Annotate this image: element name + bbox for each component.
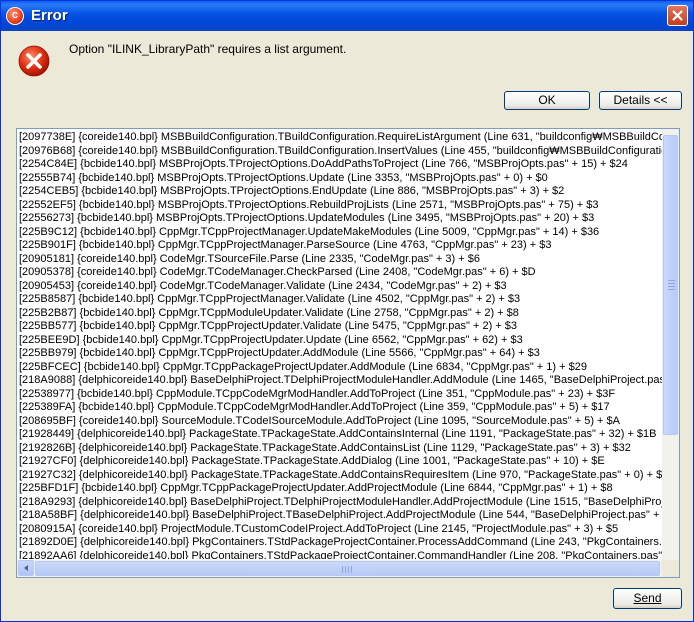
log-line: [22552EF5] {bcbide140.bpl} MSBProjOpts.T… (19, 198, 599, 211)
log-line: [21927CF0] {delphicoreide140.bpl} Packag… (19, 455, 605, 467)
log-line: [2080915A] {coreide140.bpl} ProjectModul… (19, 522, 619, 535)
log-line: [20905453] {coreide140.bpl} CodeMgr.TCod… (19, 279, 507, 292)
log-line: [225389FA] {bcbide140.bpl} CppModule.TCp… (19, 401, 610, 413)
call-stack-log[interactable]: [2097738E] {coreide140.bpl} MSBBuildConf… (16, 128, 680, 578)
log-line: [218A58BF] {delphicoreide140.bpl} BaseDe… (19, 509, 662, 521)
log-line: [225BB979] {bcbide140.bpl} CppMgr.TCppPr… (19, 347, 540, 359)
log-line: [225BFD1F] {bcbide140.bpl} CppMgr.TCppPa… (19, 482, 613, 494)
horizontal-scrollbar[interactable] (17, 560, 679, 577)
log-line: [20905378] {coreide140.bpl} CodeMgr.TCod… (19, 266, 536, 278)
log-line: [225B901F] {bcbide140.bpl} CppMgr.TCppPr… (19, 239, 552, 251)
log-line: [21927C32] {delphicoreide140.bpl} Packag… (19, 468, 662, 481)
log-line: [21892D0E] {delphicoreide140.bpl} PkgCon… (19, 536, 662, 548)
error-dialog: C Error Option "ILINK_LibraryPath" requi… (0, 0, 694, 622)
arrow-left-icon (24, 565, 28, 571)
log-line: [225BFCEC] {bcbide140.bpl} CppMgr.TCppPa… (19, 360, 587, 373)
send-button[interactable]: Send (613, 588, 682, 609)
ok-button[interactable]: OK (504, 91, 590, 110)
log-line: [218A9088] {delphicoreide140.bpl} BaseDe… (19, 374, 662, 386)
title-bar[interactable]: C Error (1, 1, 693, 31)
close-icon (672, 10, 683, 21)
log-line: [225B8587] {bcbide140.bpl} CppMgr.TCppPr… (19, 293, 521, 305)
log-line: [225BB577] {bcbide140.bpl} CppMgr.TCppPr… (19, 320, 518, 332)
log-line: [208695BF] {coreide140.bpl} SourceModule… (19, 414, 620, 427)
log-line: [2254CEB5] {bcbide140.bpl} MSBProjOpts.T… (19, 185, 565, 197)
log-line: [20976B68] {coreide140.bpl} MSBBuildConf… (19, 144, 662, 157)
window-title: Error (31, 7, 68, 24)
log-line: [2097738E] {coreide140.bpl} MSBBuildConf… (19, 131, 662, 143)
log-lines: [2097738E] {coreide140.bpl} MSBBuildConf… (19, 131, 662, 559)
vertical-scroll-thumb[interactable] (663, 135, 678, 435)
log-line: [21892AA6] {delphicoreide140.bpl} PkgCon… (19, 549, 662, 560)
log-line: [2192826B] {delphicoreide140.bpl} Packag… (19, 441, 631, 454)
error-message: Option "ILINK_LibraryPath" requires a li… (69, 42, 347, 56)
log-line: [225B9C12] {bcbide140.bpl} CppMgr.TCppPr… (19, 225, 600, 238)
log-line: [2254C84E] {bcbide140.bpl} MSBProjOpts.T… (19, 158, 628, 170)
vertical-scrollbar[interactable] (662, 129, 679, 560)
horizontal-scroll-thumb[interactable] (35, 561, 660, 576)
scroll-corner (662, 560, 679, 577)
scroll-left-button[interactable] (18, 560, 34, 576)
log-line: [22555B74] {bcbide140.bpl} MSBProjOpts.T… (19, 171, 548, 184)
log-line: [218A9293] {delphicoreide140.bpl} BaseDe… (19, 495, 662, 508)
log-line: [225BEE9D] {bcbide140.bpl} CppMgr.TCppPr… (19, 333, 523, 346)
details-button[interactable]: Details << (599, 91, 682, 110)
log-line: [22538977] {bcbide140.bpl} CppModule.TCp… (19, 387, 616, 400)
app-error-logo-icon: C (6, 7, 24, 25)
log-line: [21928449] {delphicoreide140.bpl} Packag… (19, 428, 657, 440)
log-line: [225B2B87] {bcbide140.bpl} CppMgr.TCppMo… (19, 306, 519, 319)
close-button[interactable] (667, 5, 688, 26)
log-line: [20905181] {coreide140.bpl} CodeMgr.TSou… (19, 252, 480, 265)
log-line: [22556273] {bcbide140.bpl} MSBProjOpts.T… (19, 212, 595, 224)
error-icon (18, 45, 50, 77)
